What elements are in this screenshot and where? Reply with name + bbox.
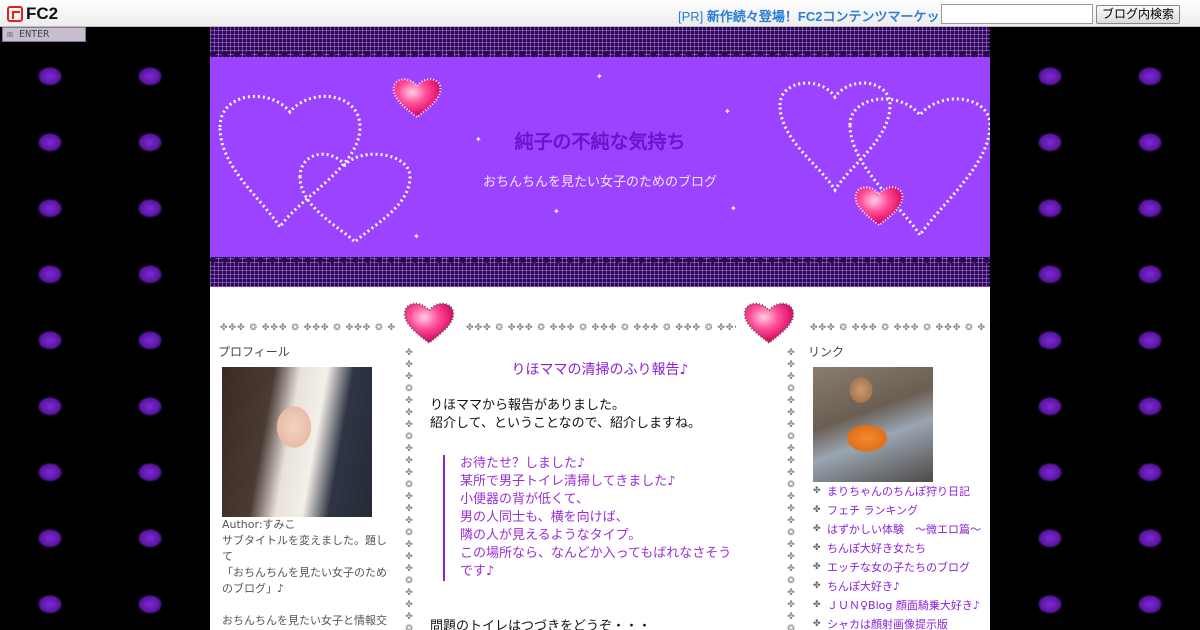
lace-border-bottom <box>210 257 990 287</box>
links-section-title: リンク <box>808 345 845 359</box>
blog-title[interactable]: 純子の不純な気持ち <box>210 127 990 154</box>
blog-search-input[interactable] <box>941 4 1093 24</box>
pink-heart-icon <box>743 302 795 345</box>
sparkle-icon: ✦ <box>413 232 420 241</box>
quote-line: 男の人同士も、横を向けば、 <box>460 510 629 525</box>
divider-right: ✤✤✤ ❂ ✤✤✤ ❂ ✤✤✤ ❂ ✤✤✤ ❂ ✤✤✤ <box>810 323 985 333</box>
pr-prefix: [PR] <box>678 9 704 24</box>
links-photo <box>813 367 933 482</box>
blog-header: ✦ ✦ ✦ ✦ ✦ ✦ 純子の不純な気持ち おちんちんを見たい女子のためのブログ <box>210 27 990 287</box>
profile-section-title: プロフィール <box>218 345 290 359</box>
fc2-logo-text: FC2 <box>26 3 59 23</box>
blog-subtitle: おちんちんを見たい女子のためのブログ <box>482 175 717 190</box>
pink-heart-icon <box>392 78 442 119</box>
divider-left: ✤✤✤ ❂ ✤✤✤ ❂ ✤✤✤ ❂ ✤✤✤ ❂ ✤✤✤ <box>220 323 395 333</box>
post-quote: お待たせ？しました♪ 某所で男子トイレ清掃してきました♪ 小便器の背が低くて、 … <box>443 455 743 581</box>
pr-ad-link[interactable]: [PR] 新作続々登場！FC2コンテンツマーケット <box>678 6 952 25</box>
sparkle-icon: ✦ <box>553 207 560 216</box>
quote-line: この場所なら、なんどか入ってもばれなさそうです♪ <box>460 546 732 579</box>
enter-label: ENTER <box>19 29 50 40</box>
post-body: りほママから報告がありました。 紹介して、ということなので、紹介しますね。 <box>430 397 770 433</box>
profile-author: Author:すみこ <box>222 518 296 531</box>
profile-photo <box>222 367 372 517</box>
post-body-line: 紹介して、ということなので、紹介しますね。 <box>430 416 702 431</box>
post-title[interactable]: りほママの清掃のふり報告♪ <box>425 359 775 379</box>
fc2-logo[interactable]: FC2 <box>7 4 58 23</box>
sparkle-icon: ✦ <box>724 107 731 116</box>
profile-bio-line: おちんちんを見たい女子と情報交換できればと思います♪ <box>222 614 387 627</box>
sparkle-icon: ✦ <box>730 204 737 213</box>
link-item[interactable]: フェチ ランキング <box>813 502 985 520</box>
divider-center: ✤✤✤ ❂ ✤✤✤ ❂ ✤✤✤ ❂ ✤✤✤ ❂ ✤✤✤ ❂ ✤✤✤ ❂ ✤✤✤ … <box>466 323 736 333</box>
link-item[interactable]: エッチな女の子たちのブログ <box>813 559 985 577</box>
post-continue-text: 問題のトイレはつづきをどうぞ・・・ <box>430 619 652 630</box>
pink-heart-icon <box>403 302 455 345</box>
quote-line: お待たせ？しました♪ <box>460 456 586 471</box>
profile-text: Author:すみこ サブタイトルを変えました。題して 「おちんちんを見たい女子… <box>222 517 390 630</box>
enter-icon: ☒ <box>7 29 20 40</box>
sparkle-icon: ✦ <box>596 72 603 81</box>
column-border-left: ✤✤✤❂✤✤✤❂✤✤✤❂✤✤✤❂✤✤✤❂✤✤✤❂✤✤✤❂✤✤✤❂✤✤✤❂✤✤✤❂ <box>405 348 413 630</box>
link-item[interactable]: ちんぽ大好き♪ <box>813 578 985 596</box>
column-border-right: ✤✤✤❂✤✤✤❂✤✤✤❂✤✤✤❂✤✤✤❂✤✤✤❂✤✤✤❂✤✤✤❂✤✤✤❂✤✤✤❂ <box>787 348 795 630</box>
fc2-toolbar: FC2 [PR] 新作続々登場！FC2コンテンツマーケット ブログ内検索 <box>0 0 1200 27</box>
enter-tab[interactable]: ☒ ENTER <box>2 27 86 42</box>
content-area: ✤✤✤ ❂ ✤✤✤ ❂ ✤✤✤ ❂ ✤✤✤ ❂ ✤✤✤ ✤✤✤ ❂ ✤✤✤ ❂ … <box>210 287 990 630</box>
profile-bio-line <box>222 597 390 613</box>
fc2-logo-icon <box>7 5 23 22</box>
link-list: まりちゃんのちんぽ狩り日記 フェチ ランキング はずかしい体験 ～微エロ篇～ ち… <box>813 483 985 630</box>
lace-border-top <box>210 27 990 57</box>
quote-line: 隣の人が見えるようなタイプ。 <box>460 528 642 543</box>
blog-search-button[interactable]: ブログ内検索 <box>1096 5 1180 24</box>
pr-text: 新作続々登場！FC2コンテンツマーケット <box>706 9 953 24</box>
link-item[interactable]: はずかしい体験 ～微エロ篇～ <box>813 521 985 539</box>
link-item[interactable]: シャカは顔射画像提示版 <box>813 616 985 630</box>
post-body-line: りほママから報告がありました。 <box>430 398 626 413</box>
profile-bio-line: 「おちんちんを見たい女子のためのブログ」♪ <box>222 566 387 595</box>
link-item[interactable]: まりちゃんのちんぽ狩り日記 <box>813 483 985 501</box>
quote-line: 小便器の背が低くて、 <box>460 492 589 507</box>
link-item[interactable]: ＪＵＮ♀Blog 顔面騎乗大好き♪ <box>813 597 985 615</box>
quote-line: 某所で男子トイレ清掃してきました♪ <box>460 474 676 489</box>
link-item[interactable]: ちんぽ大好き女たち <box>813 540 985 558</box>
profile-bio-line: サブタイトルを変えました。題して <box>222 534 387 563</box>
